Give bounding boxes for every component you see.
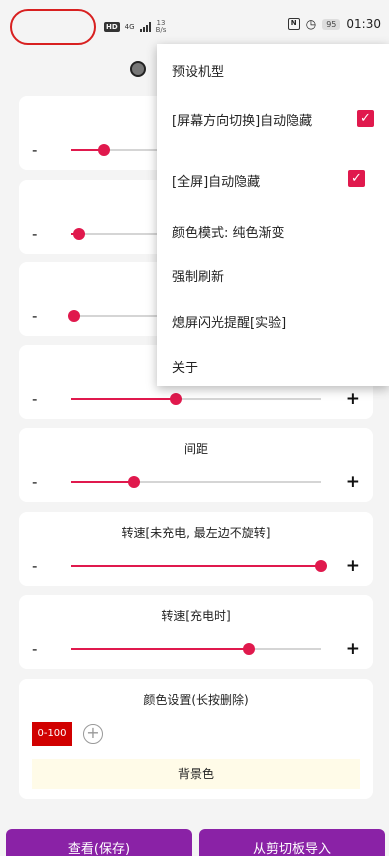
slider-thumb[interactable] xyxy=(242,643,255,655)
slider-fill xyxy=(71,648,249,650)
slider-fill xyxy=(71,398,176,400)
slider-row: - + xyxy=(19,472,373,492)
status-left-group: HD 4G 13 B/s xyxy=(104,20,166,34)
status-time: 01:30 xyxy=(346,17,381,31)
menu-item-about[interactable]: 关于 xyxy=(172,357,379,376)
network-speed: 13 B/s xyxy=(156,20,167,34)
hd-icon: HD xyxy=(104,22,120,32)
slider-track[interactable] xyxy=(71,560,327,572)
signal-icon xyxy=(139,22,151,32)
menu-item-orientation-autohide[interactable]: [屏幕方向切换]自动隐藏 xyxy=(172,110,379,129)
slider-title: 转速[充电时] xyxy=(161,609,231,623)
slider-fill xyxy=(71,481,134,483)
network-type-label: 4G xyxy=(124,23,135,31)
menu-item-label: [屏幕方向切换]自动隐藏 xyxy=(172,114,313,129)
slider-row: - + xyxy=(19,639,373,659)
preview-dot[interactable] xyxy=(130,61,146,77)
battery-icon: 95 xyxy=(322,18,341,30)
speed-uncharged-slider-card: 转速[未充电, 最左边不旋转] - + xyxy=(19,512,373,586)
import-clipboard-button[interactable]: 从剪切板导入 xyxy=(199,829,385,856)
speed-charging-slider-card: 转速[充电时] - + xyxy=(19,595,373,669)
increase-button[interactable]: + xyxy=(346,556,360,576)
slider-title: 转速[未充电, 最左边不旋转] xyxy=(121,526,271,540)
view-save-button[interactable]: 查看(保存) xyxy=(6,829,192,856)
slider-fill xyxy=(71,565,321,567)
nfc-icon: N xyxy=(287,18,300,30)
alarm-icon: ◷ xyxy=(305,17,317,31)
menu-item-screen-off-flash[interactable]: 熄屏闪光提醒[实验] xyxy=(172,312,379,331)
decrease-button[interactable]: - xyxy=(32,640,37,658)
slider-title: 间距 xyxy=(183,442,208,456)
status-right-group: N ◷ 95 01:30 xyxy=(287,17,381,31)
decrease-button[interactable]: - xyxy=(32,557,37,575)
camera-cutout-highlight xyxy=(10,9,96,45)
fullscreen-autohide-checkbox[interactable]: ✓ xyxy=(348,170,365,187)
increase-button[interactable]: + xyxy=(346,639,360,659)
slider-thumb[interactable] xyxy=(127,476,140,488)
slider-row: - + xyxy=(19,556,373,576)
overflow-menu: 预设机型 [屏幕方向切换]自动隐藏 ✓ [全屏]自动隐藏 ✓ 颜色模式: 纯色渐… xyxy=(157,44,389,386)
color-settings-card: 颜色设置(长按删除) 0-100 + 背景色 xyxy=(19,679,373,799)
increase-button[interactable]: + xyxy=(346,472,360,492)
menu-item-label: [全屏]自动隐藏 xyxy=(172,175,261,190)
menu-item-label: 关于 xyxy=(172,361,199,376)
color-chip[interactable]: 0-100 xyxy=(32,722,72,746)
decrease-button[interactable]: - xyxy=(32,225,37,243)
slider-track[interactable] xyxy=(71,476,321,488)
slider-thumb[interactable] xyxy=(67,310,80,322)
slider-thumb[interactable] xyxy=(170,393,182,405)
slider-thumb[interactable] xyxy=(72,228,85,240)
decrease-button[interactable]: - xyxy=(32,141,37,159)
slider-track[interactable] xyxy=(71,643,321,655)
decrease-button[interactable]: - xyxy=(32,473,37,491)
slider-track[interactable] xyxy=(71,393,321,405)
slider-thumb[interactable] xyxy=(315,560,327,572)
menu-item-label: 预设机型 xyxy=(172,65,225,80)
orientation-autohide-checkbox[interactable]: ✓ xyxy=(357,110,374,127)
speed-unit: B/s xyxy=(155,26,167,34)
add-color-icon[interactable]: + xyxy=(83,724,103,744)
menu-item-color-mode[interactable]: 颜色模式: 纯色渐变 xyxy=(172,222,379,241)
increase-button[interactable]: + xyxy=(346,389,360,409)
menu-item-force-refresh[interactable]: 强制刷新 xyxy=(172,266,379,285)
menu-item-preset-models[interactable]: 预设机型 xyxy=(172,61,379,80)
menu-item-label: 强制刷新 xyxy=(172,270,225,285)
spacing-slider-card: 间距 - + xyxy=(19,428,373,502)
menu-item-label: 熄屏闪光提醒[实验] xyxy=(172,316,287,331)
slider-thumb[interactable] xyxy=(97,144,110,156)
color-settings-title: 颜色设置(长按删除) xyxy=(143,693,249,707)
slider-row: - + xyxy=(19,389,373,409)
decrease-button[interactable]: - xyxy=(32,307,37,325)
menu-item-label: 颜色模式: 纯色渐变 xyxy=(172,226,285,241)
decrease-button[interactable]: - xyxy=(32,390,37,408)
background-color-button[interactable]: 背景色 xyxy=(32,759,360,789)
